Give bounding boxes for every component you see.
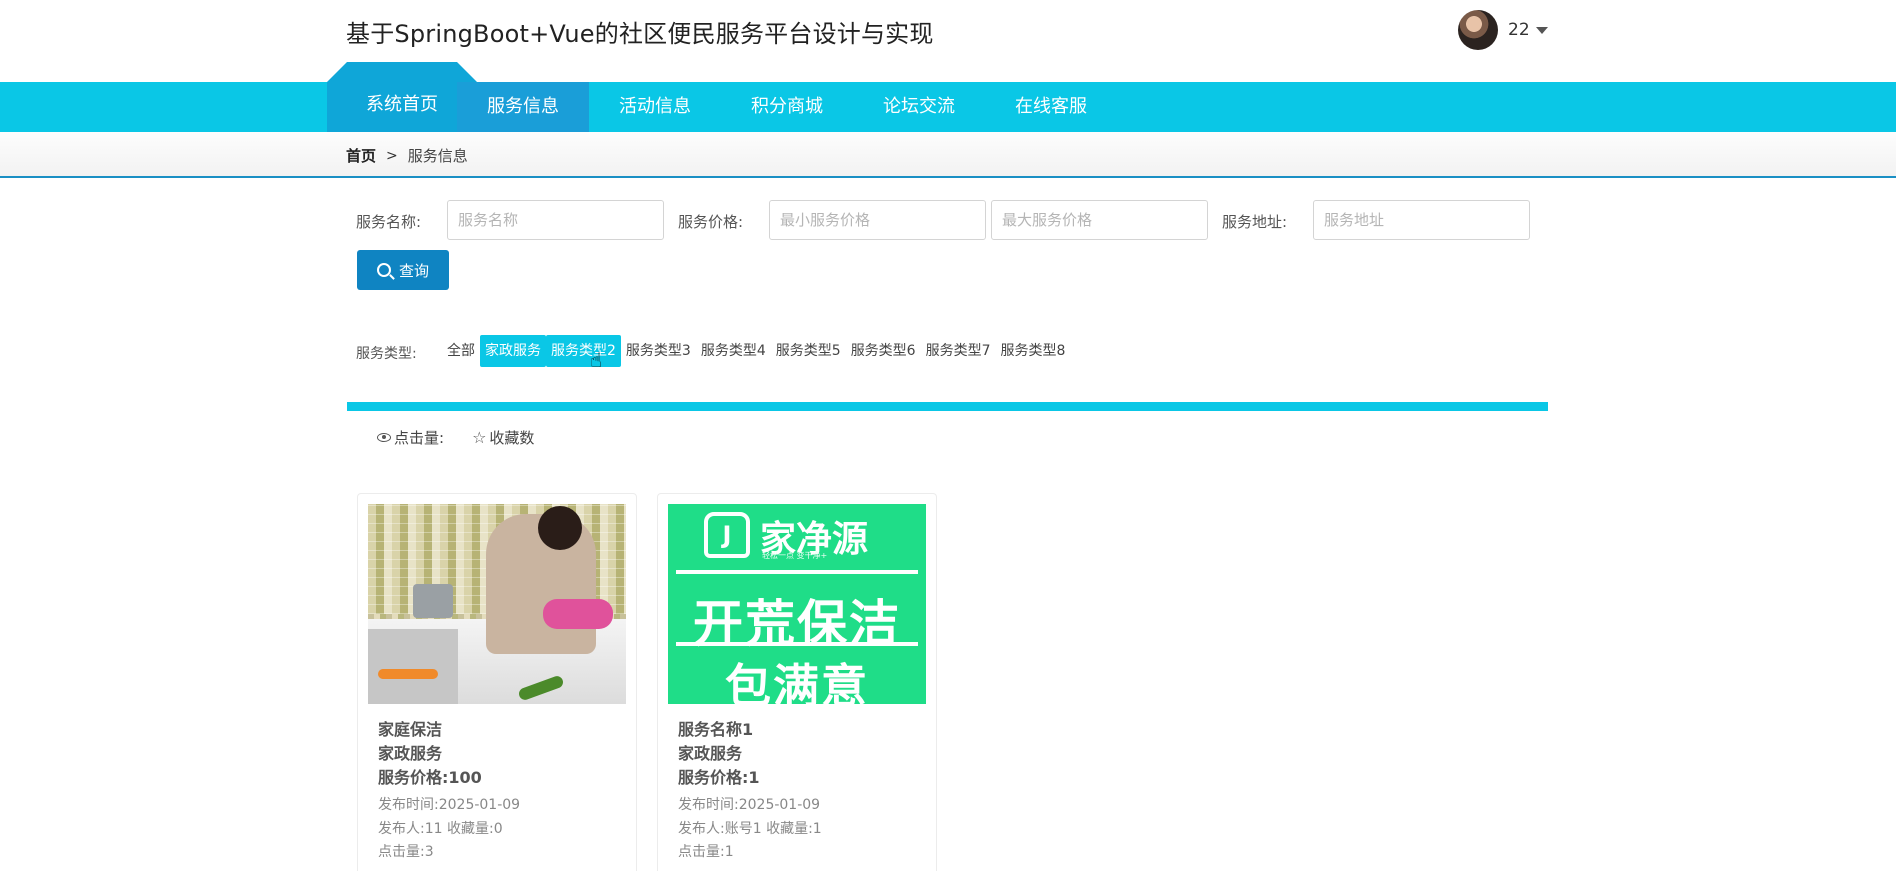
avatar[interactable] bbox=[1458, 10, 1498, 50]
type-8[interactable]: 服务类型8 bbox=[996, 335, 1071, 367]
nav-item-services[interactable]: 服务信息 bbox=[457, 82, 589, 132]
user-menu[interactable]: 22 bbox=[1458, 10, 1548, 50]
kitchen-cleaning-photo bbox=[368, 504, 626, 704]
min-price-input[interactable] bbox=[769, 200, 986, 240]
service-title: 家庭保洁 bbox=[378, 720, 443, 739]
cleaning-poster: J 家净源 轻松一点 变干净+ 开荒保洁 包满意 bbox=[668, 504, 926, 704]
publisher-and-favorites: 发布人:11 收藏量:0 bbox=[378, 821, 503, 837]
nav-item-forum[interactable]: 论坛交流 bbox=[853, 82, 985, 132]
poster-slogan: 轻松一点 变干净+ bbox=[762, 551, 828, 560]
type-3[interactable]: 服务类型3 bbox=[621, 335, 696, 367]
service-price: 服务价格:1 bbox=[678, 768, 760, 787]
click-count: 点击量:1 bbox=[678, 844, 734, 860]
service-name-label: 服务名称: bbox=[356, 213, 422, 231]
sort-clicks-label: 点击量: bbox=[394, 429, 445, 447]
service-price: 服务价格:100 bbox=[378, 768, 482, 787]
breadcrumb: 首页 > 服务信息 bbox=[346, 145, 468, 166]
caret-down-icon[interactable] bbox=[1535, 26, 1548, 34]
section-divider bbox=[347, 402, 1548, 411]
service-image[interactable] bbox=[368, 504, 626, 704]
search-icon bbox=[376, 263, 391, 277]
service-category: 家政服务 bbox=[378, 744, 443, 763]
service-price-label: 服务价格: bbox=[678, 213, 744, 231]
star-outline-icon: ☆ bbox=[472, 427, 487, 447]
service-type-label: 服务类型: bbox=[356, 346, 417, 362]
type-7[interactable]: 服务类型7 bbox=[921, 335, 996, 367]
type-housekeeping[interactable]: 家政服务 bbox=[480, 335, 546, 367]
service-name-input[interactable] bbox=[447, 200, 664, 240]
nav-item-points-mall[interactable]: 积分商城 bbox=[721, 82, 853, 132]
site-title: 基于SpringBoot+Vue的社区便民服务平台设计与实现 bbox=[346, 20, 934, 48]
service-address-label: 服务地址: bbox=[1222, 213, 1288, 231]
service-card[interactable]: J 家净源 轻松一点 变干净+ 开荒保洁 包满意 服务名称1 家政服务 服务价格… bbox=[657, 493, 937, 871]
type-6[interactable]: 服务类型6 bbox=[846, 335, 921, 367]
type-2[interactable]: 服务类型2 bbox=[546, 335, 621, 367]
sort-by-clicks[interactable]: 点击量: bbox=[377, 427, 444, 448]
publisher-and-favorites: 发布人:账号1 收藏量:1 bbox=[678, 821, 822, 837]
breadcrumb-home[interactable]: 首页 bbox=[346, 145, 376, 166]
type-4[interactable]: 服务类型4 bbox=[696, 335, 771, 367]
service-card[interactable]: 家庭保洁 家政服务 服务价格:100 发布时间:2025-01-09 发布人:1… bbox=[357, 493, 637, 871]
breadcrumb-separator: > bbox=[386, 147, 398, 164]
service-type-list: 全部 家政服务 服务类型2 服务类型3 服务类型4 服务类型5 服务类型6 服务… bbox=[442, 335, 1070, 367]
breadcrumb-current: 服务信息 bbox=[407, 147, 468, 165]
service-address-input[interactable] bbox=[1313, 200, 1530, 240]
poster-line-2: 包满意 bbox=[725, 659, 869, 704]
breadcrumb-bar bbox=[0, 132, 1896, 178]
user-name[interactable]: 22 bbox=[1508, 20, 1530, 40]
eye-icon bbox=[377, 433, 391, 442]
search-button[interactable]: 查询 bbox=[357, 250, 449, 290]
nav-item-online-support[interactable]: 在线客服 bbox=[985, 82, 1117, 132]
sort-by-favorites[interactable]: ☆ 收藏数 bbox=[472, 427, 534, 448]
type-5[interactable]: 服务类型5 bbox=[771, 335, 846, 367]
publish-time: 发布时间:2025-01-09 bbox=[678, 797, 821, 813]
sort-favorites-label: 收藏数 bbox=[489, 429, 535, 447]
nav-home-tab[interactable]: 系统首页 bbox=[327, 62, 477, 132]
type-all[interactable]: 全部 bbox=[442, 335, 480, 367]
service-image[interactable]: J 家净源 轻松一点 变干净+ 开荒保洁 包满意 bbox=[668, 504, 926, 704]
service-title: 服务名称1 bbox=[678, 720, 754, 739]
search-button-label: 查询 bbox=[398, 261, 429, 280]
house-logo-icon: J bbox=[704, 512, 750, 558]
sort-bar: 点击量: ☆ 收藏数 bbox=[377, 427, 534, 448]
nav-item-activities[interactable]: 活动信息 bbox=[589, 82, 721, 132]
hand-pointer-cursor-icon: ☝ bbox=[590, 348, 603, 372]
service-category: 家政服务 bbox=[678, 744, 743, 763]
click-count: 点击量:3 bbox=[378, 844, 434, 860]
nav-home-label[interactable]: 系统首页 bbox=[327, 90, 477, 116]
max-price-input[interactable] bbox=[991, 200, 1208, 240]
publish-time: 发布时间:2025-01-09 bbox=[378, 797, 521, 813]
